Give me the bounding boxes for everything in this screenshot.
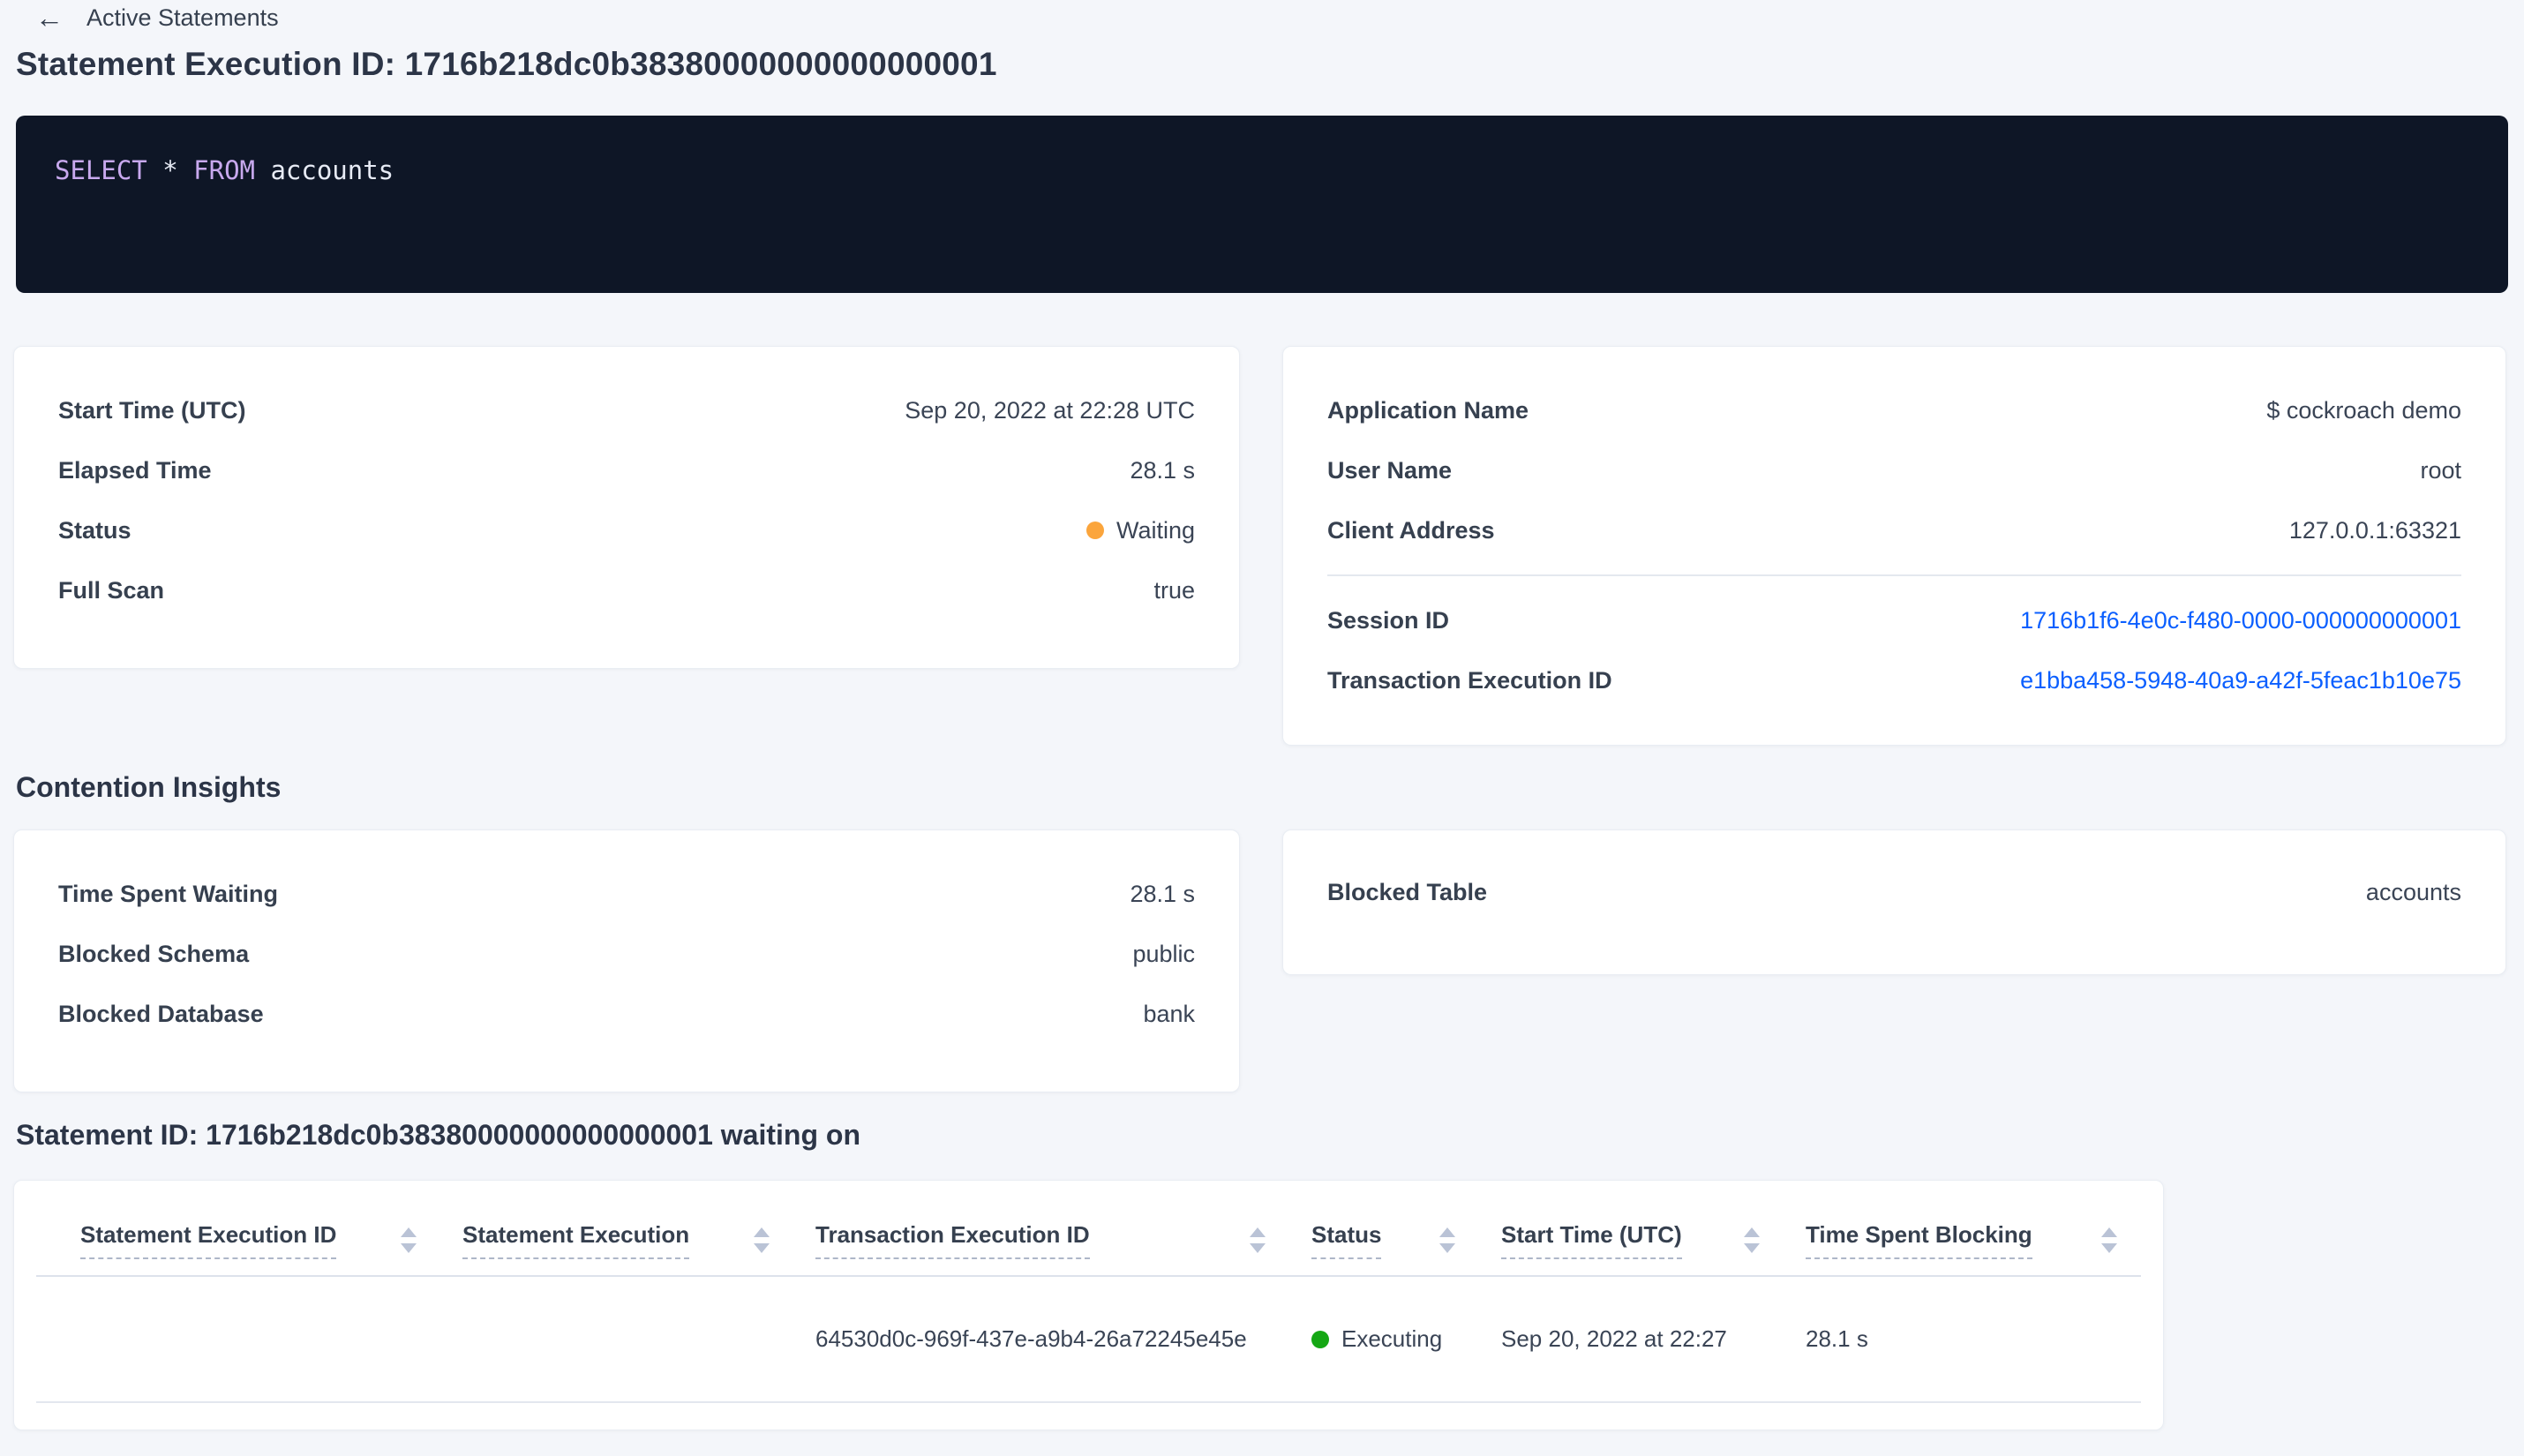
breadcrumb-back-link[interactable]: ← Active Statements	[35, 4, 279, 32]
session-overview-card: Application Name $ cockroach demo User N…	[1282, 346, 2506, 746]
status-executing-dot-icon	[1311, 1330, 1329, 1348]
full-scan-value: true	[1153, 576, 1195, 604]
user-name-row: User Name root	[1327, 440, 2461, 500]
cell-transaction-execution-id: 64530d0c-969f-437e-a9b4-26a72245e45e	[815, 1325, 1247, 1353]
statement-overview-card: Start Time (UTC) Sep 20, 2022 at 22:28 U…	[13, 346, 1240, 669]
blocked-table-label: Blocked Table	[1327, 878, 1488, 905]
transaction-execution-id-row: Transaction Execution ID e1bba458-5948-4…	[1327, 650, 2461, 710]
column-header-time-spent-blocking[interactable]: Time Spent Blocking	[1806, 1221, 2163, 1260]
page-title: Statement Execution ID: 1716b218dc0b3838…	[16, 46, 997, 82]
blocked-table-card: Blocked Table accounts	[1282, 829, 2506, 975]
cell-time-spent-blocking: 28.1 s	[1806, 1325, 1868, 1353]
column-header-status[interactable]: Status	[1311, 1221, 1501, 1260]
transaction-execution-id-link[interactable]: e1bba458-5948-40a9-a42f-5feac1b10e75	[2020, 667, 2461, 694]
blocked-database-value: bank	[1143, 1000, 1195, 1027]
elapsed-time-label: Elapsed Time	[58, 456, 212, 484]
contention-details-card: Time Spent Waiting 28.1 s Blocked Schema…	[13, 829, 1240, 1092]
application-name-label: Application Name	[1327, 396, 1529, 424]
sort-icon[interactable]	[2101, 1227, 2117, 1254]
status-row: Status Waiting	[58, 500, 1195, 560]
application-name-value: $ cockroach demo	[2266, 396, 2461, 424]
start-time-value: Sep 20, 2022 at 22:28 UTC	[905, 396, 1195, 424]
column-header-statement-execution-id[interactable]: Statement Execution ID	[80, 1221, 462, 1260]
cell-start-time: Sep 20, 2022 at 22:27	[1501, 1325, 1727, 1353]
status-waiting-dot-icon	[1085, 522, 1104, 539]
sql-keyword-from: FROM	[193, 155, 255, 185]
contention-insights-heading: Contention Insights	[16, 771, 282, 803]
transaction-execution-id-label: Transaction Execution ID	[1327, 666, 1612, 694]
cell-status: Executing	[1311, 1325, 1501, 1353]
client-address-label: Client Address	[1327, 516, 1495, 544]
session-id-link[interactable]: 1716b1f6-4e0c-f480-0000-000000000001	[2020, 607, 2461, 634]
sort-icon[interactable]	[1439, 1227, 1455, 1254]
elapsed-time-value: 28.1 s	[1130, 456, 1195, 484]
blocked-schema-label: Blocked Schema	[58, 940, 250, 967]
user-name-label: User Name	[1327, 456, 1453, 484]
arrow-left-icon: ←	[35, 2, 64, 34]
blocked-database-row: Blocked Database bank	[58, 984, 1195, 1044]
column-header-statement-execution[interactable]: Statement Execution	[462, 1221, 815, 1260]
table-row-separator	[36, 1401, 2141, 1404]
session-id-row: Session ID 1716b1f6-4e0c-f480-0000-00000…	[1327, 590, 2461, 650]
sql-keyword-select: SELECT	[55, 155, 147, 185]
sort-icon[interactable]	[1744, 1227, 1760, 1254]
sort-icon[interactable]	[754, 1227, 770, 1254]
full-scan-label: Full Scan	[58, 576, 165, 604]
column-header-start-time[interactable]: Start Time (UTC)	[1501, 1221, 1806, 1260]
column-header-transaction-execution-id[interactable]: Transaction Execution ID	[815, 1221, 1311, 1260]
waiting-on-heading: Statement ID: 1716b218dc0b38380000000000…	[16, 1119, 860, 1151]
status-label: Status	[58, 516, 131, 544]
start-time-row: Start Time (UTC) Sep 20, 2022 at 22:28 U…	[58, 380, 1195, 440]
blocked-table-row: Blocked Table accounts	[1327, 862, 2461, 922]
client-address-row: Client Address 127.0.0.1:63321	[1327, 500, 2461, 560]
time-spent-waiting-row: Time Spent Waiting 28.1 s	[58, 864, 1195, 924]
status-value: Waiting	[1116, 516, 1195, 544]
application-name-row: Application Name $ cockroach demo	[1327, 380, 2461, 440]
blocked-schema-row: Blocked Schema public	[58, 924, 1195, 984]
blocked-table-value: accounts	[2365, 878, 2461, 905]
session-id-label: Session ID	[1327, 606, 1450, 634]
card-divider	[1327, 574, 2461, 576]
breadcrumb-label: Active Statements	[86, 4, 279, 31]
sql-star: *	[146, 155, 194, 185]
full-scan-row: Full Scan true	[58, 560, 1195, 620]
table-header-row: Statement Execution ID Statement Executi…	[14, 1181, 2163, 1260]
sql-statement-box: SELECT * FROM accounts	[16, 116, 2508, 293]
waiting-on-table-card: Statement Execution ID Statement Executi…	[13, 1180, 2164, 1430]
client-address-value: 127.0.0.1:63321	[2288, 516, 2461, 544]
blocked-database-label: Blocked Database	[58, 1000, 264, 1027]
time-spent-waiting-label: Time Spent Waiting	[58, 880, 279, 907]
sql-table-name: accounts	[255, 155, 394, 185]
sort-icon[interactable]	[401, 1227, 417, 1254]
time-spent-waiting-value: 28.1 s	[1130, 880, 1195, 907]
user-name-value: root	[2420, 456, 2461, 484]
table-row: 64530d0c-969f-437e-a9b4-26a72245e45e Exe…	[14, 1277, 2163, 1401]
sort-icon[interactable]	[1250, 1227, 1266, 1254]
blocked-schema-value: public	[1132, 940, 1195, 967]
elapsed-time-row: Elapsed Time 28.1 s	[58, 440, 1195, 500]
start-time-label: Start Time (UTC)	[58, 396, 246, 424]
